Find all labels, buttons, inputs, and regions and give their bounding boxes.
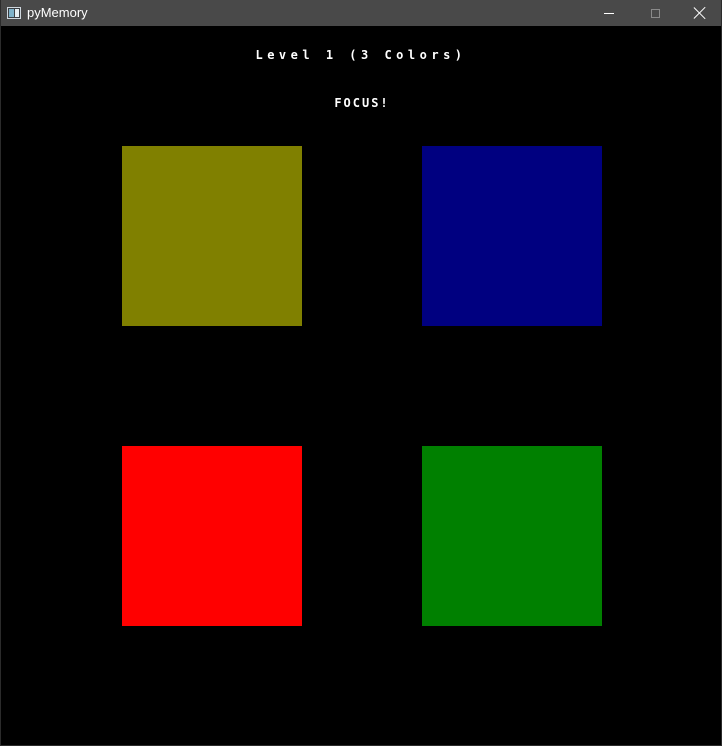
minimize-button[interactable] — [586, 0, 632, 26]
window-title: pyMemory — [27, 5, 88, 20]
close-icon — [694, 7, 706, 19]
maximize-icon — [650, 8, 660, 18]
level-title: Level 1 (3 Colors) — [255, 48, 467, 62]
status-text: FOCUS! — [334, 96, 390, 110]
game-canvas[interactable]: Level 1 (3 Colors) FOCUS! — [1, 26, 721, 745]
app-window: pyMemory Level 1 (3 Colors) FOCUS! — [0, 0, 722, 746]
minimize-icon — [604, 12, 614, 14]
title-bar[interactable]: pyMemory — [1, 0, 721, 26]
close-button[interactable] — [677, 0, 722, 26]
tile-green[interactable] — [422, 446, 602, 626]
maximize-button[interactable] — [632, 0, 678, 26]
tile-olive[interactable] — [122, 146, 302, 326]
tile-red[interactable] — [122, 446, 302, 626]
tile-navy[interactable] — [422, 146, 602, 326]
app-window-icon — [7, 7, 21, 19]
